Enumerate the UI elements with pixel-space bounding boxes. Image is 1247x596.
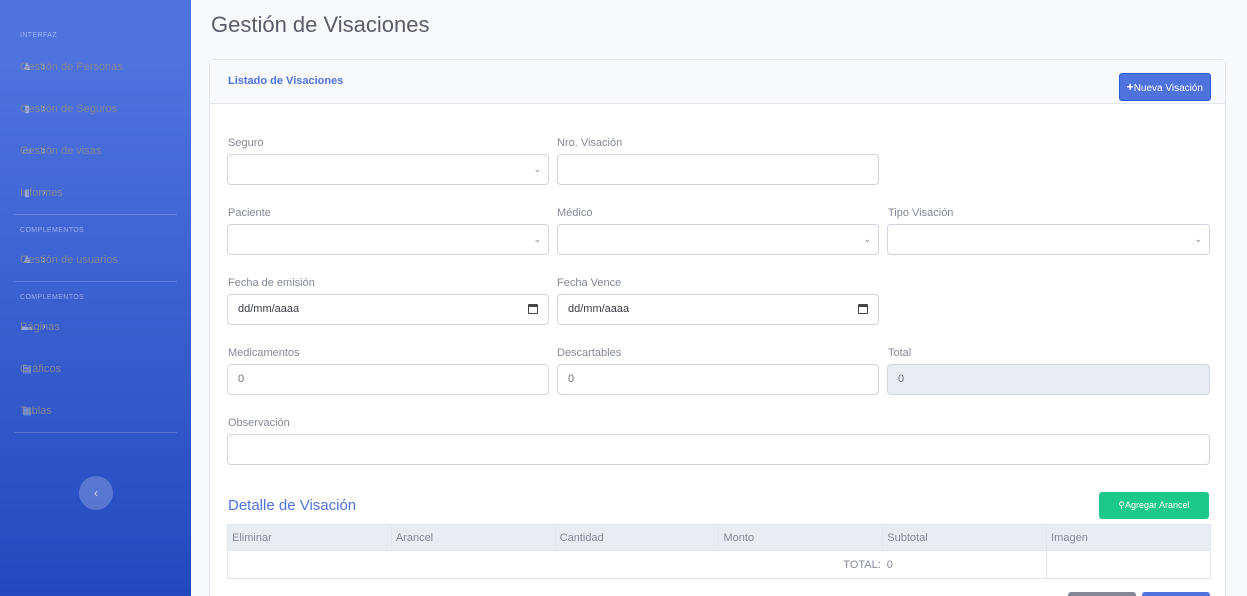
- total-row-value: 0: [882, 550, 1048, 579]
- fecha-emision-input[interactable]: dd/mm/aaaa: [227, 294, 549, 325]
- chevron-down-icon: ⌄: [863, 234, 871, 244]
- column-header-subtotal: Subtotal: [882, 524, 1048, 551]
- page-title: Gestión de Visaciones: [211, 12, 430, 37]
- paciente-select[interactable]: ⌄: [227, 224, 549, 255]
- table-total-row: TOTAL: 0: [226, 550, 1211, 579]
- observacion-label: Observación: [228, 417, 290, 429]
- sidebar-item-tablas[interactable]: ▦ Tablas: [0, 390, 191, 432]
- chevron-left-icon: ‹: [94, 486, 98, 500]
- new-visacion-label: Nueva Visación: [1133, 83, 1203, 94]
- sidebar-item-label: Gráficos: [20, 363, 61, 375]
- sidebar-item-seguros[interactable]: ▮ Gestión de Seguros ›: [0, 88, 191, 130]
- sidebar-divider: [14, 214, 177, 215]
- chevron-down-icon: ⌄: [533, 164, 541, 174]
- sidebar-item-label: Gestión de visas: [20, 145, 102, 157]
- visaciones-card: Listado de Visaciones +Nueva Visación: [209, 59, 1226, 596]
- sidebar-item-label: Tablas: [20, 405, 52, 417]
- cancel-button[interactable]: [1068, 592, 1136, 596]
- paciente-label: Paciente: [228, 207, 271, 219]
- card-title: Listado de Visaciones: [228, 75, 344, 87]
- sidebar-item-label: Gestión de usuarios: [20, 254, 118, 266]
- sidebar-divider: [14, 432, 177, 433]
- total-value: 0: [898, 373, 905, 385]
- add-arancel-button[interactable]: ⚲Agregar Arancel: [1099, 492, 1209, 519]
- sidebar-item-informes[interactable]: ▮ Informes ›: [0, 172, 191, 214]
- save-button[interactable]: [1142, 592, 1210, 596]
- sidebar-item-graficos[interactable]: ▤ Gráficos: [0, 348, 191, 390]
- sidebar: INTERFAZ ♟ Gestión de Personas › ▮ Gesti…: [0, 0, 191, 596]
- fecha-vence-label: Fecha Vence: [557, 277, 622, 289]
- sidebar-heading-complementos: COMPLEMENTOS: [20, 294, 85, 301]
- card-header: Listado de Visaciones +Nueva Visación: [210, 60, 1225, 104]
- sidebar-item-visas[interactable]: ▭ Gestión de visas ›: [0, 130, 191, 172]
- detail-title: Detalle de Visación: [228, 497, 357, 514]
- nro-visacion-input[interactable]: [557, 154, 879, 185]
- sidebar-item-label: Páginas: [20, 321, 60, 333]
- sidebar-item-personas[interactable]: ♟ Gestión de Personas ›: [0, 46, 191, 88]
- descartables-input[interactable]: 0: [557, 364, 879, 395]
- total-row-empty: [1046, 550, 1211, 579]
- sidebar-item-paginas[interactable]: ▬ Páginas ›: [0, 306, 191, 348]
- nro-visacion-label: Nro. Visación: [557, 137, 623, 149]
- sidebar-item-label: Informes: [20, 187, 63, 199]
- observacion-input[interactable]: [227, 434, 1210, 465]
- new-visacion-button[interactable]: +Nueva Visación: [1118, 73, 1211, 101]
- sidebar-heading-complementos: COMPLEMENTOS: [20, 227, 85, 234]
- descartables-label: Descartables: [557, 347, 622, 359]
- column-header-imagen: Imagen: [1046, 524, 1211, 551]
- seguro-label: Seguro: [228, 137, 264, 149]
- medico-label: Médico: [557, 207, 593, 219]
- detail-table: Eliminar Arancel Cantidad Monto Subtotal…: [226, 524, 1211, 579]
- medicamentos-value: 0: [238, 373, 245, 385]
- calendar-icon[interactable]: [858, 304, 868, 314]
- descartables-value: 0: [568, 373, 575, 385]
- sidebar-divider: [14, 281, 177, 282]
- tipo-visacion-label: Tipo Visación: [888, 207, 954, 219]
- chevron-down-icon: ⌄: [533, 234, 541, 244]
- plus-icon: +: [1126, 80, 1134, 94]
- table-header-row: Eliminar Arancel Cantidad Monto Subtotal…: [227, 524, 1211, 551]
- sidebar-item-label: Gestión de Seguros: [20, 103, 118, 115]
- column-header-cantidad: Cantidad: [554, 524, 720, 551]
- total-label: Total: [888, 347, 912, 359]
- fecha-vence-input[interactable]: dd/mm/aaaa: [557, 294, 879, 325]
- column-header-monto: Monto: [718, 524, 884, 551]
- chevron-down-icon: ⌄: [1194, 234, 1202, 244]
- column-header-eliminar: Eliminar: [227, 524, 392, 551]
- fecha-emision-value: dd/mm/aaaa: [238, 303, 300, 315]
- fecha-emision-label: Fecha de emisión: [228, 277, 315, 289]
- tipo-visacion-select[interactable]: ⌄: [887, 224, 1210, 255]
- total-input: 0: [887, 364, 1210, 395]
- medicamentos-input[interactable]: 0: [227, 364, 549, 395]
- sidebar-heading-interfaz: INTERFAZ: [20, 32, 58, 39]
- medicamentos-label: Medicamentos: [228, 347, 300, 359]
- fecha-vence-value: dd/mm/aaaa: [568, 303, 630, 315]
- sidebar-toggle-button[interactable]: ‹: [79, 476, 113, 510]
- medico-select[interactable]: ⌄: [557, 224, 879, 255]
- seguro-select[interactable]: ⌄: [227, 154, 549, 185]
- total-row-label: TOTAL:: [226, 550, 883, 579]
- calendar-icon[interactable]: [528, 304, 538, 314]
- add-arancel-label: Agregar Arancel: [1125, 500, 1190, 510]
- sidebar-item-label: Gestión de Personas: [20, 61, 123, 73]
- column-header-arancel: Arancel: [390, 524, 556, 551]
- sidebar-item-usuarios[interactable]: ♟ Gestión de usuarios ›: [0, 239, 191, 281]
